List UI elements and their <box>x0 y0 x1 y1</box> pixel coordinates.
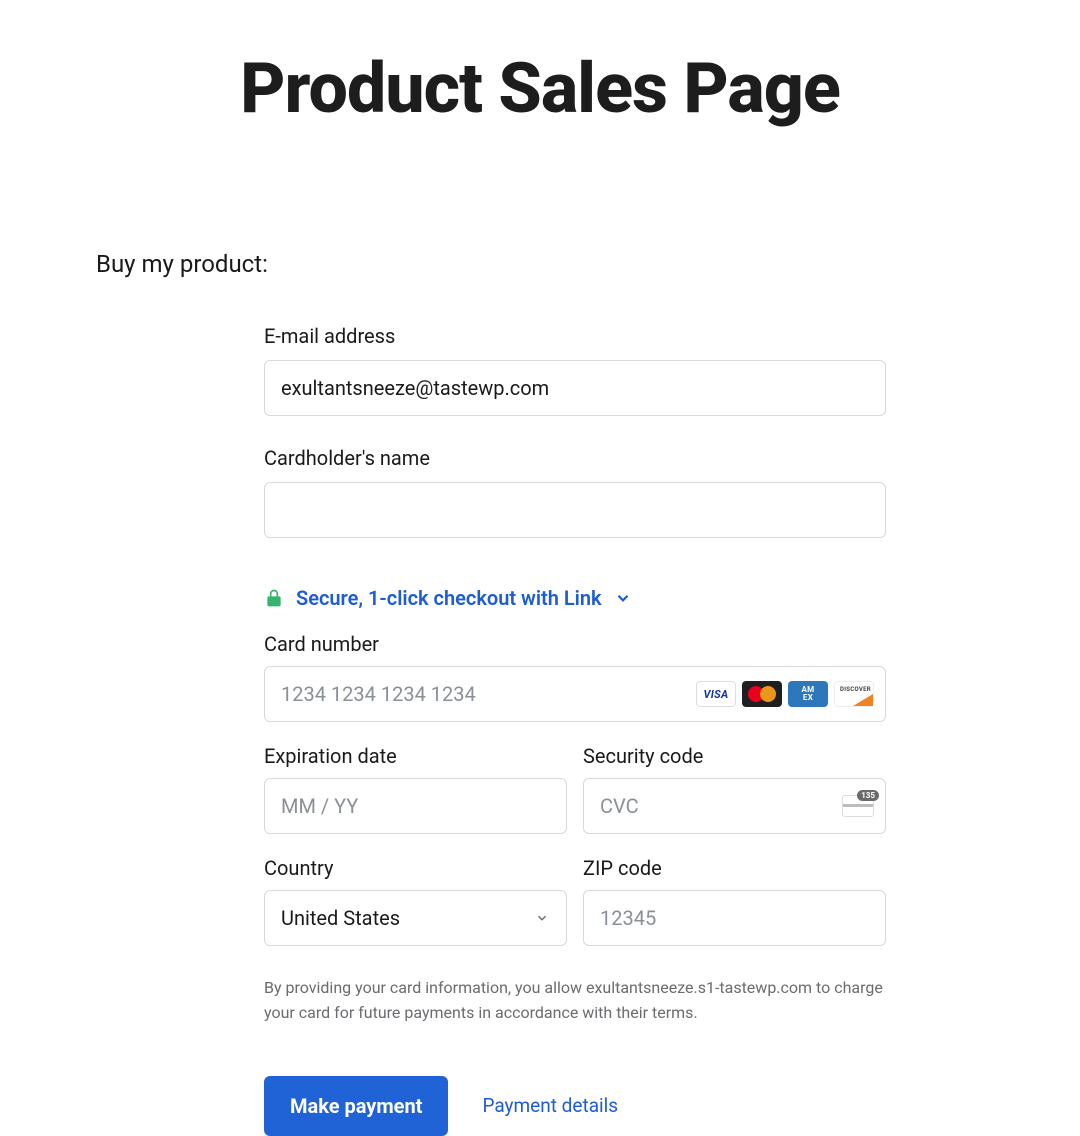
amex-icon: AMEX <box>788 681 828 707</box>
cvc-card-icon: 135 <box>842 795 874 817</box>
cvc-badge: 135 <box>857 790 879 801</box>
expiration-input[interactable] <box>264 778 567 834</box>
cardholder-input[interactable] <box>264 482 886 538</box>
country-select[interactable]: United States <box>264 890 567 946</box>
email-input[interactable] <box>264 360 886 416</box>
lock-icon <box>264 587 284 609</box>
country-label: Country <box>264 856 567 880</box>
cardholder-label: Cardholder's name <box>264 446 886 470</box>
cvc-label: Security code <box>583 744 886 768</box>
expiration-label: Expiration date <box>264 744 567 768</box>
page-title: Product Sales Page <box>96 48 984 130</box>
payment-details-link[interactable]: Payment details <box>482 1094 618 1117</box>
visa-icon: VISA <box>696 681 736 707</box>
cvc-input[interactable] <box>583 778 886 834</box>
email-label: E-mail address <box>264 324 886 348</box>
secure-checkout-link[interactable]: Secure, 1-click checkout with Link <box>296 586 602 610</box>
zip-label: ZIP code <box>583 856 886 880</box>
card-brand-icons: VISA AMEX DISCOVER <box>696 681 874 707</box>
chevron-down-icon <box>614 589 632 607</box>
mastercard-icon <box>742 681 782 707</box>
make-payment-button[interactable]: Make payment <box>264 1076 448 1136</box>
secure-checkout-toggle[interactable]: Secure, 1-click checkout with Link <box>264 586 886 610</box>
lead-text: Buy my product: <box>96 250 984 278</box>
disclaimer-text: By providing your card information, you … <box>264 976 886 1026</box>
payment-form: E-mail address Cardholder's name Secure,… <box>264 324 886 1136</box>
zip-input[interactable] <box>583 890 886 946</box>
discover-icon: DISCOVER <box>834 681 874 707</box>
card-number-label: Card number <box>264 632 886 656</box>
